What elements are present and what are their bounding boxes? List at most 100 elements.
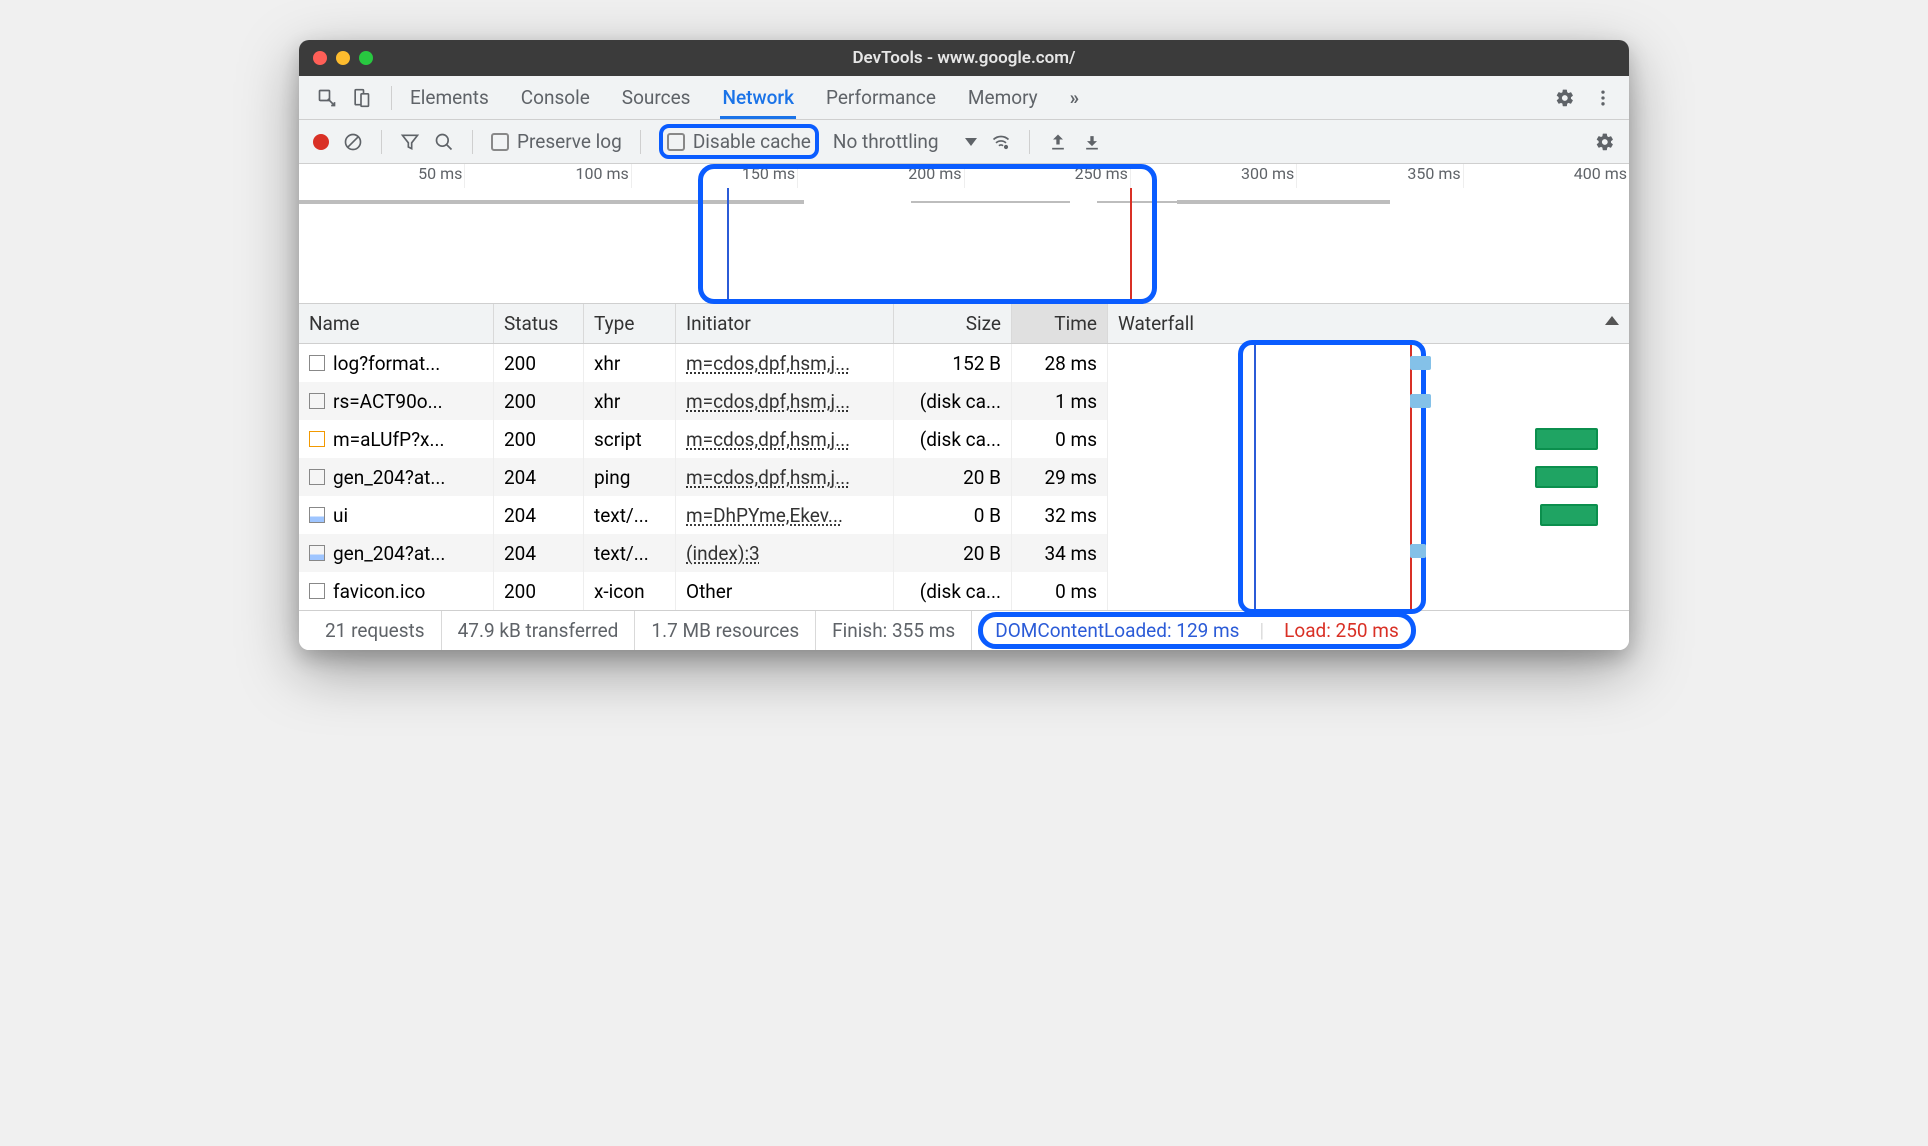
waterfall-area (1108, 344, 1629, 610)
preserve-log-checkbox[interactable]: Preserve log (491, 130, 622, 153)
clear-icon[interactable] (343, 132, 363, 152)
tab-network[interactable]: Network (720, 76, 796, 119)
inspect-element-icon[interactable] (317, 88, 337, 108)
minimize-window-button[interactable] (336, 51, 350, 65)
col-size[interactable]: Size (894, 304, 1012, 343)
overview-body (299, 188, 1629, 304)
device-toggle-icon[interactable] (351, 88, 371, 108)
cell-type: ping (584, 458, 676, 496)
tick: 50 ms (299, 164, 465, 188)
table-row[interactable]: log?format...200xhrm=cdos,dpf,hsm,j...15… (299, 344, 1108, 382)
table-row[interactable]: gen_204?at...204pingm=cdos,dpf,hsm,j...2… (299, 458, 1108, 496)
cell-status: 200 (494, 382, 584, 420)
window-controls (313, 51, 373, 65)
divider (640, 130, 641, 154)
col-type[interactable]: Type (584, 304, 676, 343)
more-tabs-button[interactable]: » (1068, 76, 1082, 119)
cell-size: (disk ca... (894, 572, 1012, 610)
sort-ascending-icon (1605, 316, 1619, 325)
titlebar: DevTools - www.google.com/ (299, 40, 1629, 76)
tab-console[interactable]: Console (519, 76, 592, 119)
network-settings-icon[interactable] (1595, 132, 1615, 152)
cell-status: 204 (494, 534, 584, 572)
search-icon[interactable] (434, 132, 454, 152)
devtools-window: DevTools - www.google.com/ Elements Cons… (299, 40, 1629, 650)
table-row[interactable]: ui204text/...m=DhPYme,Ekev...0 B32 ms (299, 496, 1108, 534)
divider (472, 130, 473, 154)
highlight-waterfall-markers (1238, 340, 1426, 614)
download-har-icon[interactable] (1082, 132, 1102, 152)
request-rows: log?format...200xhrm=cdos,dpf,hsm,j...15… (299, 344, 1108, 610)
preserve-log-label: Preserve log (517, 130, 622, 153)
finish-time: Finish: 355 ms (816, 611, 972, 650)
cell-name: m=aLUfP?x... (299, 420, 494, 458)
cell-size: 152 B (894, 344, 1012, 382)
highlight-overview-markers (698, 164, 1157, 304)
panel-tabs: Elements Console Sources Network Perform… (402, 76, 1081, 119)
col-initiator[interactable]: Initiator (676, 304, 894, 343)
cell-type: xhr (584, 382, 676, 420)
cell-initiator[interactable]: (index):3 (676, 534, 894, 572)
cell-initiator[interactable]: m=DhPYme,Ekev... (676, 496, 894, 534)
cell-initiator[interactable]: m=cdos,dpf,hsm,j... (676, 382, 894, 420)
cell-initiator[interactable]: m=cdos,dpf,hsm,j... (676, 458, 894, 496)
panel-tabbar: Elements Console Sources Network Perform… (299, 76, 1629, 120)
filter-icon[interactable] (400, 132, 420, 152)
cell-status: 204 (494, 496, 584, 534)
cell-size: 20 B (894, 458, 1012, 496)
col-status[interactable]: Status (494, 304, 584, 343)
overview-timeline[interactable]: 50 ms 100 ms 150 ms 200 ms 250 ms 300 ms… (299, 164, 1629, 304)
request-table-body: log?format...200xhrm=cdos,dpf,hsm,j...15… (299, 344, 1629, 610)
tick: 350 ms (1297, 164, 1463, 188)
throttling-label: No throttling (833, 130, 939, 153)
highlight-disable-cache: Disable cache (659, 124, 819, 159)
cell-status: 200 (494, 572, 584, 610)
tab-performance[interactable]: Performance (824, 76, 938, 119)
cell-initiator[interactable]: m=cdos,dpf,hsm,j... (676, 344, 894, 382)
disable-cache-checkbox[interactable]: Disable cache (667, 130, 811, 153)
cell-name: gen_204?at... (299, 458, 494, 496)
table-row[interactable]: m=aLUfP?x...200scriptm=cdos,dpf,hsm,j...… (299, 420, 1108, 458)
cell-time: 0 ms (1012, 572, 1108, 610)
request-table-header: Name Status Type Initiator Size Time Wat… (299, 304, 1629, 344)
throttling-select[interactable]: No throttling (833, 130, 977, 153)
tab-elements[interactable]: Elements (408, 76, 491, 119)
file-icon (309, 469, 325, 485)
network-toolbar: Preserve log Disable cache No throttling (299, 120, 1629, 164)
col-time[interactable]: Time (1012, 304, 1108, 343)
table-row[interactable]: gen_204?at...204text/...(index):320 B34 … (299, 534, 1108, 572)
cell-size: (disk ca... (894, 420, 1012, 458)
cell-time: 32 ms (1012, 496, 1108, 534)
cell-size: 0 B (894, 496, 1012, 534)
cell-time: 0 ms (1012, 420, 1108, 458)
maximize-window-button[interactable] (359, 51, 373, 65)
tab-sources[interactable]: Sources (620, 76, 693, 119)
cell-initiator[interactable]: Other (676, 572, 894, 610)
chevron-down-icon (965, 138, 977, 146)
upload-har-icon[interactable] (1048, 132, 1068, 152)
file-icon (309, 583, 325, 599)
divider (1029, 130, 1030, 154)
cell-size: 20 B (894, 534, 1012, 572)
cell-time: 34 ms (1012, 534, 1108, 572)
load-time: Load: 250 ms (1284, 619, 1399, 642)
window-title: DevTools - www.google.com/ (299, 48, 1629, 68)
cell-type: text/... (584, 496, 676, 534)
col-waterfall[interactable]: Waterfall (1108, 304, 1629, 343)
table-row[interactable]: favicon.ico200x-iconOther(disk ca...0 ms (299, 572, 1108, 610)
col-name[interactable]: Name (299, 304, 494, 343)
tab-memory[interactable]: Memory (966, 76, 1040, 119)
close-window-button[interactable] (313, 51, 327, 65)
requests-count: 21 requests (309, 611, 442, 650)
disable-cache-label: Disable cache (693, 130, 811, 153)
record-button[interactable] (313, 134, 329, 150)
status-bar: 21 requests 47.9 kB transferred 1.7 MB r… (299, 610, 1629, 650)
cell-initiator[interactable]: m=cdos,dpf,hsm,j... (676, 420, 894, 458)
settings-icon[interactable] (1555, 88, 1575, 108)
network-conditions-icon[interactable] (991, 132, 1011, 152)
highlight-load-events: DOMContentLoaded: 129 ms | Load: 250 ms (978, 612, 1416, 649)
kebab-menu-icon[interactable] (1593, 88, 1613, 108)
table-row[interactable]: rs=ACT90o...200xhrm=cdos,dpf,hsm,j...(di… (299, 382, 1108, 420)
cell-status: 200 (494, 420, 584, 458)
cell-name: ui (299, 496, 494, 534)
